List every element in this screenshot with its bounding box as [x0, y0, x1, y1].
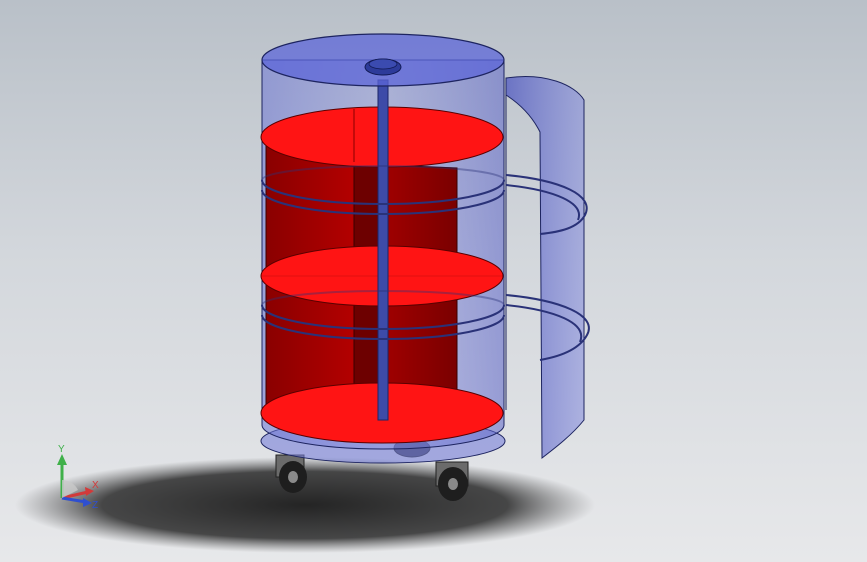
y-axis-label: Y	[58, 444, 65, 455]
y-axis-arrow	[57, 454, 67, 465]
central-shaft	[377, 79, 389, 421]
graphics-viewport[interactable]: Y X Z	[0, 0, 867, 562]
z-axis-line	[61, 496, 87, 504]
x-axis-label: X	[92, 480, 99, 491]
model-view[interactable]	[0, 0, 867, 562]
coordinate-triad: Y X Z	[57, 444, 99, 511]
z-axis-arrow	[83, 498, 92, 507]
z-axis-label: Z	[92, 500, 98, 511]
lid-knob-top	[368, 58, 398, 70]
door-panel[interactable]	[505, 76, 585, 460]
